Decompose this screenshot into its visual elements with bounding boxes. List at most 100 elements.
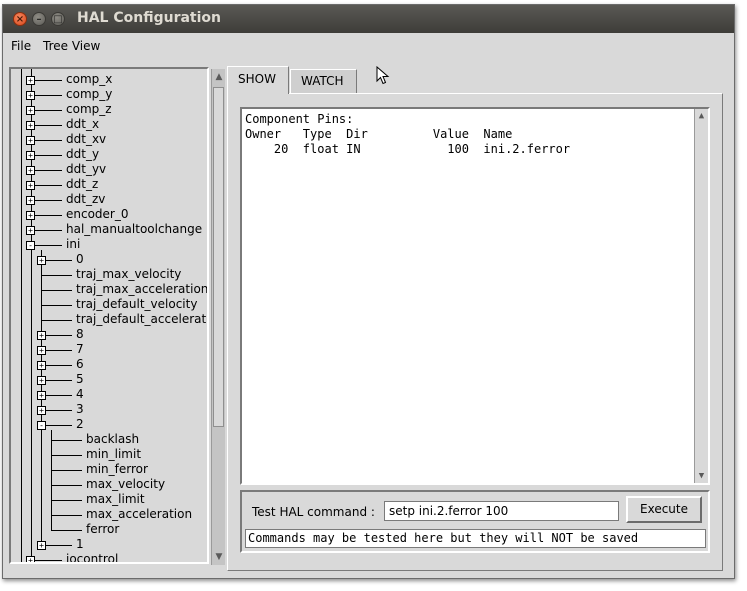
- tree-node[interactable]: + hal_manualtoolchange: [11, 222, 207, 238]
- tree-node[interactable]: +4: [11, 387, 207, 403]
- expand-icon[interactable]: +: [26, 121, 35, 130]
- test-command-input[interactable]: setp ini.2.ferror 100: [384, 501, 619, 521]
- tree-node[interactable]: + ddt_yv: [11, 162, 207, 178]
- tree-node[interactable]: +7: [11, 342, 207, 358]
- expand-icon[interactable]: +: [37, 406, 46, 415]
- tree-branch-line: [31, 200, 62, 201]
- expand-icon[interactable]: +: [37, 541, 46, 550]
- pin-output-text[interactable]: Component Pins: Owner Type Dir Value Nam…: [240, 107, 710, 485]
- tree-branch-line: [51, 500, 82, 501]
- expand-icon[interactable]: +: [26, 196, 35, 205]
- tree-item-label: 5: [76, 372, 84, 386]
- tree-node[interactable]: + encoder_0: [11, 207, 207, 223]
- tree-node[interactable]: +3: [11, 402, 207, 418]
- tree-branch-line: [31, 95, 62, 96]
- tree-leaf[interactable]: backlash: [11, 432, 207, 448]
- output-row: 20 float IN 100 ini.2.ferror: [245, 142, 571, 156]
- expand-icon[interactable]: +: [26, 181, 35, 190]
- tree-branch-line: [51, 440, 82, 441]
- tree-item-label: 3: [76, 402, 84, 416]
- expand-icon[interactable]: +: [26, 151, 35, 160]
- expand-icon[interactable]: +: [26, 91, 35, 100]
- tree-leaf[interactable]: ferror: [11, 522, 207, 538]
- expand-icon[interactable]: +: [37, 331, 46, 340]
- expand-icon[interactable]: +: [26, 556, 35, 562]
- expand-icon[interactable]: +: [26, 106, 35, 115]
- expand-icon[interactable]: +: [37, 256, 46, 265]
- tree-item-label: 0: [76, 252, 84, 266]
- hal-tree-view[interactable]: + comp_x + comp_y + comp_z + ddt_x + ddt_xv + ddt_y…: [9, 67, 209, 564]
- collapse-icon[interactable]: -: [26, 241, 35, 250]
- expand-icon[interactable]: +: [37, 376, 46, 385]
- tree-leaf[interactable]: max_acceleration: [11, 507, 207, 523]
- tree-node[interactable]: +1: [11, 537, 207, 553]
- tree-node[interactable]: + iocontrol: [11, 552, 207, 562]
- tree-leaf[interactable]: min_ferror: [11, 462, 207, 478]
- expand-icon[interactable]: +: [37, 346, 46, 355]
- tree-leaf[interactable]: traj_default_acceleration: [11, 312, 207, 328]
- menu-file[interactable]: File: [11, 39, 31, 53]
- tree-node[interactable]: +0: [11, 252, 207, 268]
- tree-node[interactable]: +5: [11, 372, 207, 388]
- tree-node[interactable]: -2: [11, 417, 207, 433]
- expand-icon[interactable]: +: [26, 76, 35, 85]
- tree-leaf[interactable]: traj_max_acceleration: [11, 282, 207, 298]
- tree-item-label: traj_default_acceleration: [76, 312, 207, 326]
- tree-node[interactable]: + ddt_x: [11, 117, 207, 133]
- tree-node[interactable]: - ini: [11, 237, 207, 253]
- expand-icon[interactable]: +: [26, 211, 35, 220]
- command-message: Commands may be tested here but they wil…: [245, 529, 706, 548]
- expand-icon[interactable]: +: [26, 226, 35, 235]
- tree-item-label: 7: [76, 342, 84, 356]
- scroll-up-icon[interactable]: ▲: [213, 71, 225, 83]
- tree-node[interactable]: + ddt_z: [11, 177, 207, 193]
- test-command-label: Test HAL command :: [252, 505, 375, 519]
- tree-branch-line: [51, 515, 82, 516]
- collapse-icon[interactable]: -: [37, 421, 46, 430]
- tree-node[interactable]: + ddt_xv: [11, 132, 207, 148]
- output-scrollbar[interactable]: ▲ ▼: [694, 109, 708, 483]
- tree-item-label: 8: [76, 327, 84, 341]
- tree-branch-line: [31, 170, 62, 171]
- tree-branch-line: [31, 125, 62, 126]
- tree-item-label: traj_max_velocity: [76, 267, 182, 281]
- maximize-window-icon[interactable]: □: [51, 12, 65, 26]
- tree-leaf[interactable]: max_limit: [11, 492, 207, 508]
- output-heading: Component Pins:: [245, 112, 354, 126]
- tree-item-label: comp_y: [66, 87, 113, 101]
- tree-scrollbar[interactable]: ▲ ▼: [211, 69, 225, 565]
- title-bar[interactable]: × – □ HAL Configuration: [3, 5, 734, 33]
- tree-node[interactable]: + comp_z: [11, 102, 207, 118]
- tab-show[interactable]: SHOW: [227, 66, 289, 94]
- scroll-down-icon[interactable]: ▼: [213, 551, 225, 563]
- output-scroll-up-icon[interactable]: ▲: [695, 110, 708, 122]
- tree-leaf[interactable]: min_limit: [11, 447, 207, 463]
- expand-icon[interactable]: +: [37, 391, 46, 400]
- close-window-icon[interactable]: ×: [13, 12, 27, 26]
- tree-leaf[interactable]: max_velocity: [11, 477, 207, 493]
- tree-node[interactable]: +6: [11, 357, 207, 373]
- tree-leaf[interactable]: traj_default_velocity: [11, 297, 207, 313]
- tree-node[interactable]: +8: [11, 327, 207, 343]
- minimize-window-icon[interactable]: –: [32, 12, 46, 26]
- tree-branch-line: [31, 215, 62, 216]
- tree-node[interactable]: + ddt_y: [11, 147, 207, 163]
- tree-leaf[interactable]: traj_max_velocity: [11, 267, 207, 283]
- tab-watch[interactable]: WATCH: [290, 69, 357, 93]
- expand-icon[interactable]: +: [37, 361, 46, 370]
- tree-branch-line: [31, 110, 62, 111]
- tree-item-label: traj_default_velocity: [76, 297, 198, 311]
- tree-scrollbar-thumb[interactable]: [213, 87, 224, 427]
- window-title: HAL Configuration: [77, 10, 221, 26]
- execute-button[interactable]: Execute: [626, 496, 702, 523]
- menu-bar: File Tree View: [3, 33, 734, 59]
- expand-icon[interactable]: +: [26, 136, 35, 145]
- expand-icon[interactable]: +: [26, 166, 35, 175]
- tree-node[interactable]: + comp_y: [11, 87, 207, 103]
- tree-node[interactable]: + ddt_zv: [11, 192, 207, 208]
- tree-content: + comp_x + comp_y + comp_z + ddt_x + ddt_xv + ddt_y…: [11, 69, 207, 562]
- output-scroll-down-icon[interactable]: ▼: [695, 470, 708, 482]
- tree-node[interactable]: + comp_x: [11, 72, 207, 88]
- menu-tree-view[interactable]: Tree View: [43, 39, 100, 53]
- tree-item-label: traj_max_acceleration: [76, 282, 207, 296]
